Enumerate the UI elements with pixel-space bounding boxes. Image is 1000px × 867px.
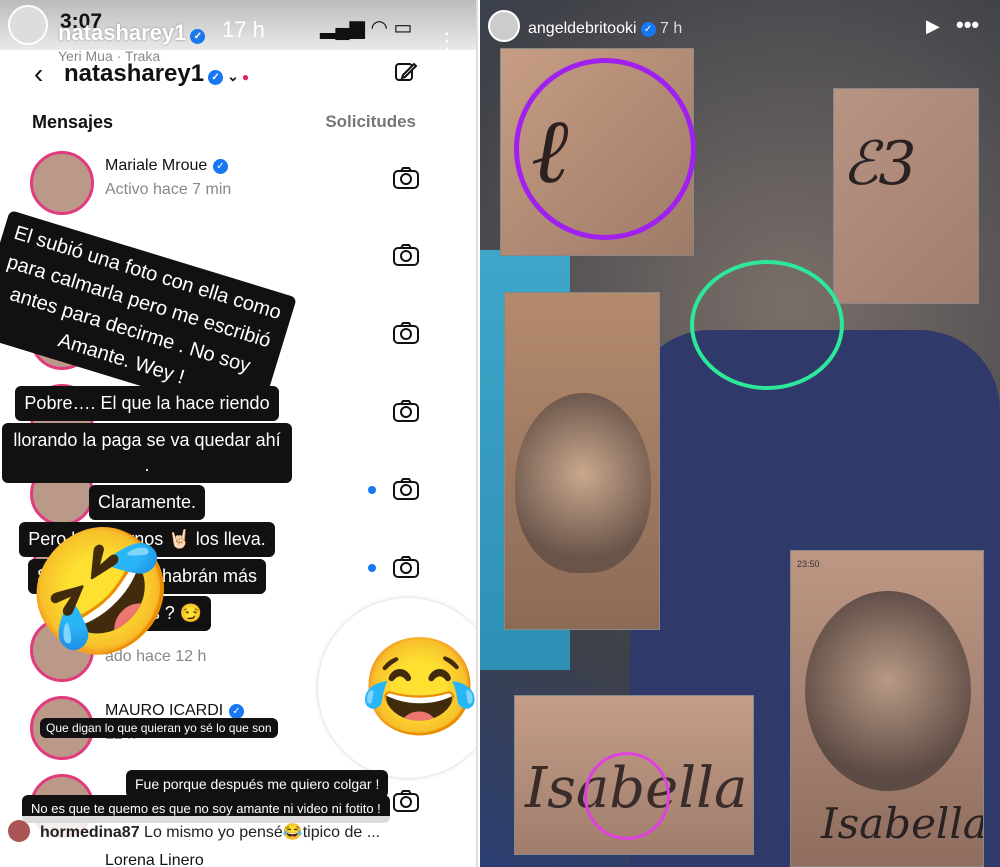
dm-account-title[interactable]: natasharey1 ✓ ⌄ ● <box>64 60 249 88</box>
laughing-emoji: 🤣 <box>26 525 176 659</box>
camera-icon[interactable] <box>393 478 419 500</box>
caption-2: Fue porque después me quiero colgar ! <box>126 770 389 798</box>
overlay-line: Claramente. <box>88 485 206 520</box>
tattoo-photo-lion <box>504 292 660 630</box>
contact-status: Activo hace 7 min <box>105 181 232 198</box>
green-circle-highlight <box>690 260 844 390</box>
tattoo-photo-lion-2: 23:50 Isabella <box>790 550 984 867</box>
verified-icon: ✓ <box>190 29 206 44</box>
status-icons: ▂▄▆ ◠ ▭ <box>320 17 413 39</box>
camera-icon[interactable] <box>393 167 419 189</box>
story-avatar[interactable] <box>488 10 520 42</box>
verified-icon: ✓ <box>208 70 224 85</box>
contact-avatar[interactable] <box>30 151 94 215</box>
compose-icon[interactable] <box>394 60 418 84</box>
overlay-line: Pobre…. El que la hace riendo <box>15 386 279 421</box>
more-options-icon[interactable]: ••• <box>956 12 979 38</box>
notification-dot-icon: ● <box>241 70 250 84</box>
overlay-line: llorando la paga se va quedar ahí . <box>2 423 292 483</box>
caption-1: Que digan lo que quieran yo sé lo que so… <box>40 718 278 738</box>
back-arrow-icon[interactable]: ‹ <box>34 58 43 90</box>
tattoo-photo-2: ℰ3 <box>833 88 979 304</box>
requests-link[interactable]: Solicitudes <box>325 112 416 132</box>
camera-icon[interactable] <box>393 790 419 812</box>
camera-icon[interactable] <box>393 244 419 266</box>
unread-dot <box>368 486 376 494</box>
message-row[interactable]: Mariale Mroue ✓ Activo hace 7 min <box>0 145 476 223</box>
right-story-panel: angeldebritooki ✓ 7 h ▶ ••• ℓ ℰ3 23:50 Is… <box>480 0 1000 867</box>
verified-icon: ✓ <box>213 159 228 174</box>
purple-circle-highlight <box>514 58 696 240</box>
messages-header: Mensajes <box>32 112 114 132</box>
verified-icon: ✓ <box>640 22 656 37</box>
comment-avatar[interactable] <box>8 820 30 842</box>
camera-icon[interactable] <box>393 322 419 344</box>
unread-dot <box>368 564 376 572</box>
tears-laugh-emoji: 😂 <box>360 634 478 741</box>
chevron-down-icon: ⌄ <box>227 68 239 84</box>
camera-icon[interactable] <box>393 400 419 422</box>
story-username[interactable]: natasharey1 ✓ <box>58 20 206 46</box>
story-avatar[interactable] <box>8 5 48 45</box>
magenta-circle-highlight <box>584 752 670 840</box>
bottom-contact-name: Lorena Linero <box>105 852 204 867</box>
more-options-icon[interactable]: ⋮ <box>436 28 458 54</box>
story-username[interactable]: angeldebritooki ✓ 7 h <box>528 20 682 38</box>
story-age: 17 h <box>222 17 265 42</box>
contact-name: Mariale Mroue <box>105 157 208 174</box>
comment: hormedina87 Lo mismo yo pensé😂tipico de … <box>40 824 381 841</box>
camera-icon[interactable] <box>393 556 419 578</box>
verified-icon: ✓ <box>229 704 244 719</box>
play-icon[interactable]: ▶ <box>926 16 940 37</box>
left-story-panel: 3:07 natasharey1 ✓ 17 h ▂▄▆ ◠ ▭ ⋮ Yeri Mu… <box>0 0 478 867</box>
